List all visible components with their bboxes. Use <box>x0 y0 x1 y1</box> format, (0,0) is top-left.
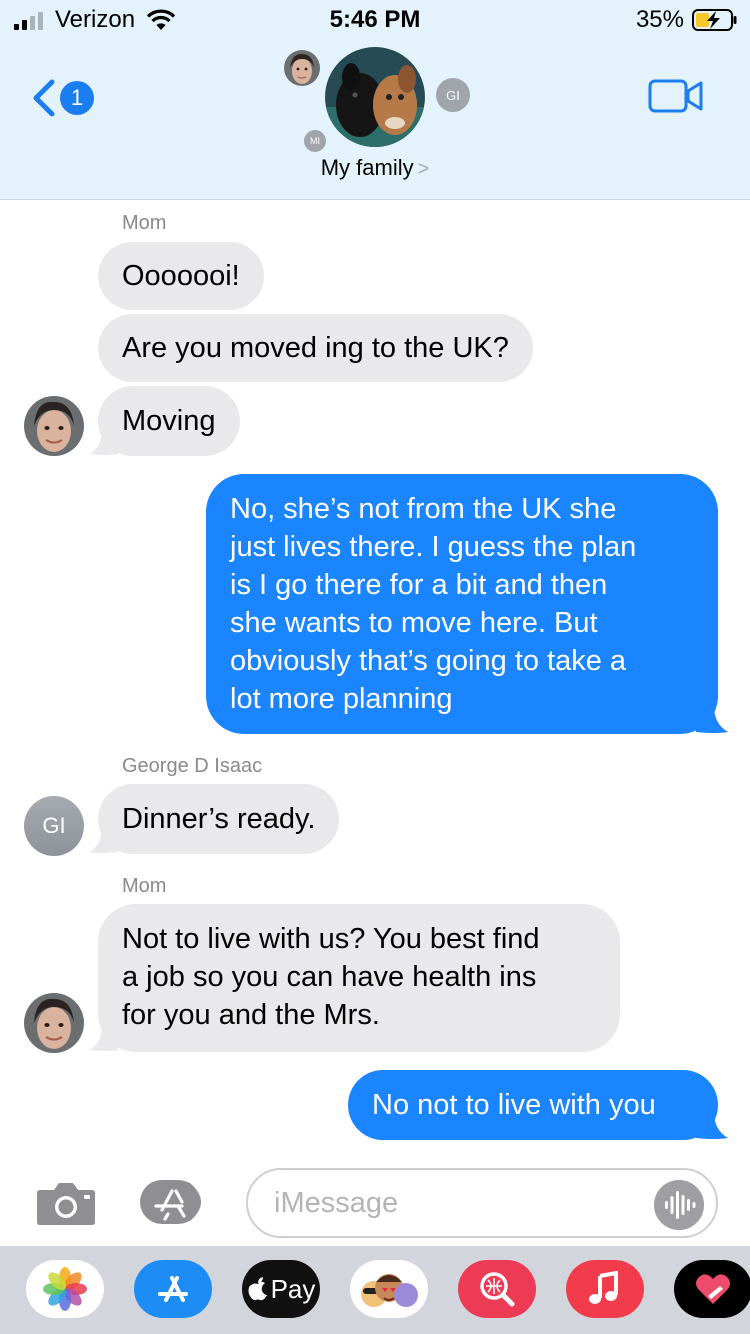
video-call-icon[interactable] <box>648 78 704 114</box>
sender-avatar-mom <box>24 993 84 1053</box>
cellular-signal-icon <box>14 12 43 30</box>
music-icon <box>589 1270 618 1304</box>
message-line: for you and the Mrs. <box>122 999 380 1031</box>
photos-app-icon <box>43 1267 87 1311</box>
memoji-button[interactable] <box>350 1260 428 1318</box>
message-line: she wants to move here. But <box>230 607 598 639</box>
battery-percentage: 35% <box>635 6 684 33</box>
member-avatar-mom <box>284 50 320 86</box>
app-store-drawer-icon[interactable] <box>138 1178 214 1226</box>
app-drawer: Pay <box>0 1246 750 1334</box>
wifi-icon <box>146 9 176 30</box>
outgoing-message[interactable]: No, she’s not from the UK she just lives… <box>206 474 718 734</box>
member-avatar-mi: MI <box>304 130 326 152</box>
group-name[interactable]: My family > <box>0 155 750 181</box>
sender-avatar-mom <box>24 396 84 456</box>
group-name-label: My family <box>320 155 414 180</box>
digital-touch-button[interactable] <box>674 1260 750 1318</box>
sender-name: George D Isaac <box>122 755 263 777</box>
incoming-message[interactable]: Are you moved ing to the UK? <box>98 314 533 382</box>
sender-name: Mom <box>122 875 167 897</box>
message-line: is I go there for a bit and then <box>230 569 608 601</box>
sender-name: Mom <box>122 212 167 234</box>
app-store-button[interactable] <box>134 1260 212 1318</box>
audio-message-icon[interactable] <box>654 1180 704 1230</box>
incoming-message[interactable]: Ooooooi! <box>98 242 264 310</box>
message-line: obviously that’s going to take a <box>230 645 627 677</box>
carrier-name: Verizon <box>55 6 136 33</box>
status-bar: Verizon 5:46 PM 35% <box>0 0 750 42</box>
web-search-icon <box>480 1272 515 1307</box>
message-input[interactable] <box>246 1168 718 1238</box>
conversation-header: Verizon 5:46 PM 35% 1 GI MI My family > <box>0 0 750 200</box>
camera-icon[interactable] <box>36 1180 96 1226</box>
music-button[interactable] <box>566 1260 644 1318</box>
back-chevron-icon <box>33 79 55 117</box>
apple-pay-button[interactable]: Pay <box>242 1260 320 1318</box>
message-line: a job so you can have health ins <box>122 961 537 993</box>
sender-avatar-gi: GI <box>24 796 84 856</box>
apple-logo-icon <box>248 1277 267 1301</box>
incoming-message[interactable]: Dinner’s ready. <box>98 784 340 854</box>
incoming-message[interactable]: Not to live with us? You best find a job… <box>98 904 620 1052</box>
member-avatar-gi: GI <box>436 78 470 112</box>
back-button[interactable]: 1 <box>30 76 100 120</box>
app-store-icon <box>158 1276 188 1302</box>
message-line: No, she’s not from the UK she <box>230 493 617 525</box>
message-line: Not to live with us? You best find <box>122 923 540 955</box>
digital-touch-icon <box>696 1274 730 1304</box>
unread-count-badge: 1 <box>60 81 94 115</box>
message-line: lot more planning <box>230 683 453 715</box>
message-line: just lives there. I guess the plan <box>230 531 637 563</box>
apple-pay-label: Pay <box>270 1273 316 1304</box>
group-photo[interactable] <box>325 47 425 147</box>
incoming-message[interactable]: Moving <box>98 386 240 456</box>
chevron-right-icon: > <box>417 158 430 180</box>
battery-charging-icon <box>692 9 737 31</box>
outgoing-message[interactable]: No not to live with you <box>348 1070 718 1140</box>
web-search-button[interactable] <box>458 1260 536 1318</box>
photos-app-button[interactable] <box>26 1260 104 1318</box>
memoji-icon <box>361 1274 418 1307</box>
